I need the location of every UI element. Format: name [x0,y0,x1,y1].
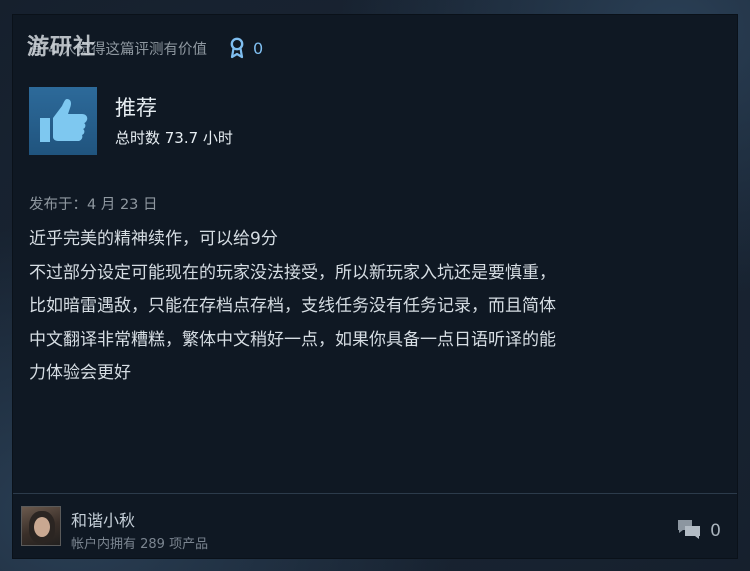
thumbs-up-icon[interactable] [29,87,97,155]
review-card: 有 4 人觉得这篇评测有价值 0 游研社 推荐 总时数 73.7 小时 发布于：… [12,14,738,559]
verdict-title: 推荐 [115,96,157,120]
review-line: 不过部分设定可能现在的玩家没法接受，所以新玩家入坑还是要慎重， [29,262,556,283]
author-products: 帐户内拥有 289 项产品 [71,537,209,552]
avatar[interactable] [21,506,61,546]
helpful-text: 有 4 人觉得这篇评测有价值 [29,41,207,58]
comments-button[interactable]: 0 [676,518,721,544]
helpful-row: 有 4 人觉得这篇评测有价值 0 [29,37,263,59]
award-ribbon-icon[interactable] [227,37,247,59]
review-line: 力体验会更好 [29,363,131,383]
review-footer: 和谐小秋 帐户内拥有 289 项产品 0 [13,493,737,559]
posted-date: 发布于：4 月 23 日 [29,197,158,213]
verdict-block: 推荐 总时数 73.7 小时 [29,87,233,155]
review-line: 中文翻译非常糟糕，繁体中文稍好一点，如果你具备一点日语听译的能 [29,329,556,350]
comment-bubbles-icon [676,518,702,544]
play-hours: 总时数 73.7 小时 [115,129,233,147]
review-body: 近乎完美的精神续作，可以给9分 不过部分设定可能现在的玩家没法接受，所以新玩家入… [29,223,723,391]
review-line: 比如暗雷遇敌，只能在存档点存档，支线任务没有任务记录，而且简体 [29,296,556,316]
author-name[interactable]: 和谐小秋 [71,507,135,531]
review-line: 近乎完美的精神续作，可以给9分 [29,229,278,249]
award-count: 0 [252,38,264,58]
comment-count: 0 [710,521,721,541]
